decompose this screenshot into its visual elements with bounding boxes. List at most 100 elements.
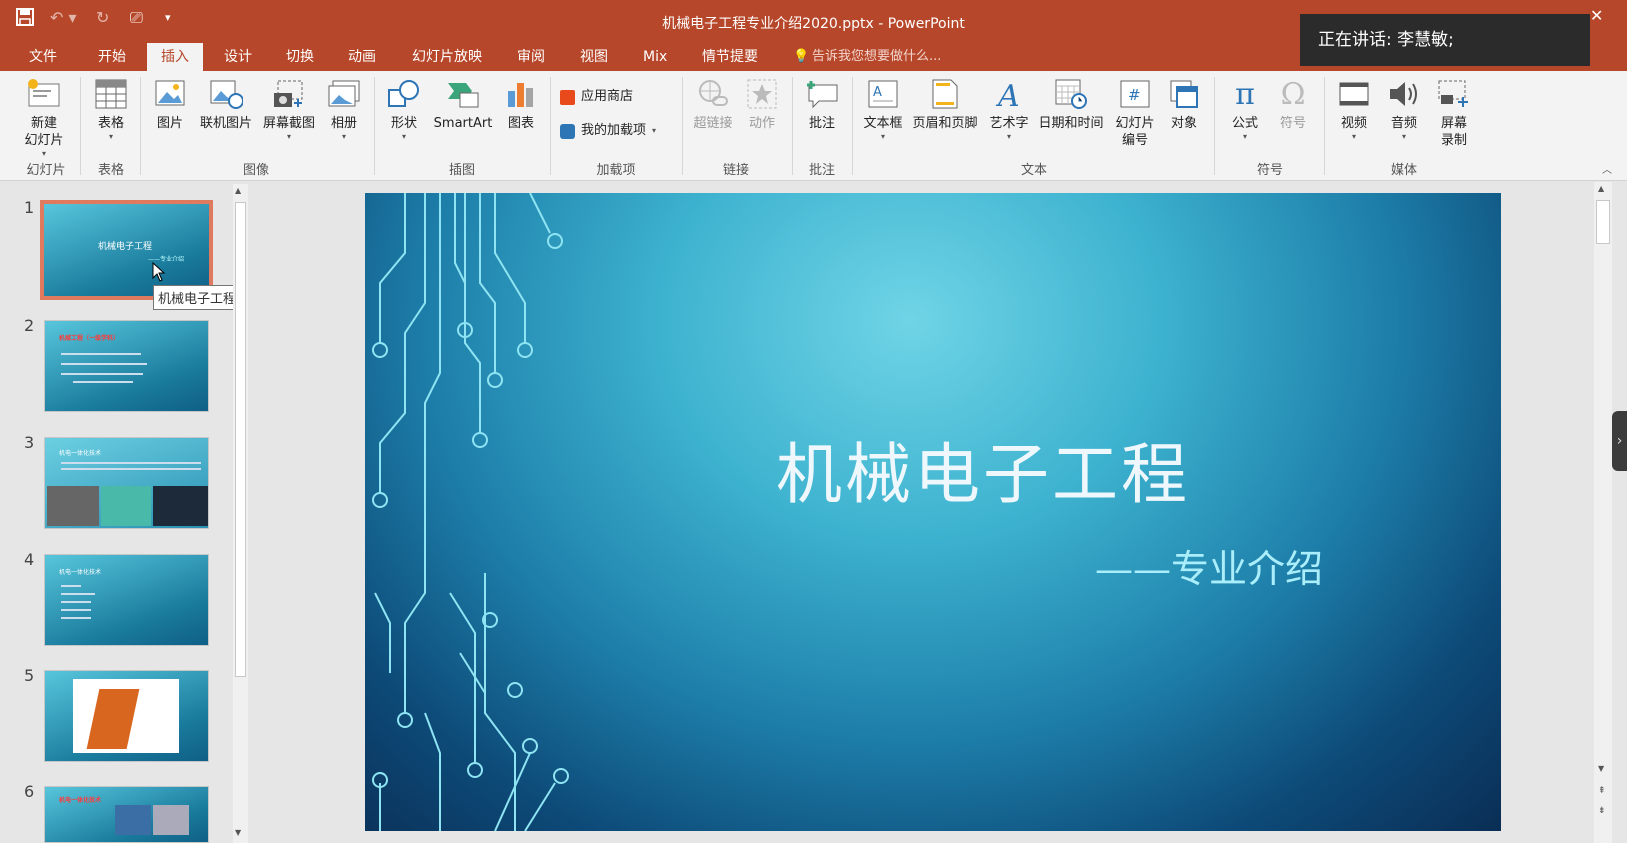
chart-button[interactable]: 图表 bbox=[502, 77, 540, 132]
textbox-label: 文本框 bbox=[863, 116, 903, 131]
tell-me-input[interactable]: 告诉我您想要做什么... bbox=[812, 43, 941, 71]
collapse-ribbon-icon[interactable]: ︿ bbox=[1602, 161, 1612, 176]
tab-file[interactable]: 文件 bbox=[15, 43, 71, 71]
slide-thumbnail-5[interactable] bbox=[44, 670, 209, 762]
chart-label: 图表 bbox=[507, 116, 534, 131]
slide-scroll-thumb[interactable] bbox=[1596, 200, 1610, 244]
pi-icon: π bbox=[1235, 76, 1255, 112]
album-button[interactable]: 相册 ▾ bbox=[324, 77, 364, 142]
video-label: 视频 bbox=[1340, 116, 1367, 131]
chart-icon bbox=[504, 77, 538, 111]
shapes-label: 形状 bbox=[390, 116, 417, 131]
tab-insert[interactable]: 插入 bbox=[147, 43, 203, 71]
album-label: 相册 bbox=[330, 116, 357, 131]
picture-label: 图片 bbox=[156, 116, 183, 131]
equation-button[interactable]: π 公式 ▾ bbox=[1222, 77, 1268, 142]
previous-slide-icon[interactable]: ⇞ bbox=[1598, 786, 1606, 796]
scroll-up-icon[interactable]: ▲ bbox=[1598, 184, 1604, 193]
slide-subtitle[interactable]: ——专业介绍 bbox=[1095, 538, 1323, 593]
object-label: 对象 bbox=[1170, 116, 1197, 131]
speaking-notice: 正在讲话: 李慧敏; bbox=[1300, 14, 1590, 66]
ribbon: 新建 幻灯片 ▾ 表格 ▾ 图片 联机图片 屏幕截图 ▾ 相册 ▾ 形状 ▾ SmartA… bbox=[0, 71, 1627, 181]
slide-thumbnail-2[interactable]: 机械工程（一级学科） bbox=[44, 320, 209, 412]
action-button[interactable]: 动作 bbox=[742, 77, 782, 132]
slide[interactable]: 机械电子工程 ——专业介绍 bbox=[365, 193, 1501, 831]
my-addins-label: 我的加载项 bbox=[581, 123, 647, 138]
audio-button[interactable]: 音频 ▾ bbox=[1382, 77, 1426, 142]
thumb-image bbox=[115, 805, 151, 835]
slide-scrollbar[interactable]: ▲ ▼ ⇞ ⇟ bbox=[1594, 182, 1612, 843]
thumb-image bbox=[101, 486, 151, 526]
addins-icon bbox=[560, 123, 575, 139]
header-footer-button[interactable]: 页眉和页脚 bbox=[908, 77, 982, 132]
tab-storyboard[interactable]: 情节提要 bbox=[688, 43, 772, 71]
smartart-icon bbox=[446, 77, 480, 111]
comment-icon bbox=[805, 77, 839, 111]
group-media: 媒体 bbox=[1390, 163, 1417, 178]
tab-design[interactable]: 设计 bbox=[210, 43, 266, 71]
next-slide-icon[interactable]: ⇟ bbox=[1598, 806, 1606, 816]
scroll-up-icon[interactable]: ▲ bbox=[235, 186, 241, 195]
tab-home[interactable]: 开始 bbox=[84, 43, 140, 71]
thumb-robot-image bbox=[73, 679, 179, 753]
video-button[interactable]: 视频 ▾ bbox=[1332, 77, 1376, 142]
my-addins-button[interactable]: 我的加载项 ▾ bbox=[560, 119, 656, 143]
table-button[interactable]: 表格 ▾ bbox=[88, 77, 134, 142]
shapes-button[interactable]: 形状 ▾ bbox=[382, 77, 426, 142]
shapes-icon bbox=[387, 77, 421, 111]
thumbnail-scrollbar[interactable]: ▲ ▼ bbox=[233, 184, 248, 843]
thumbnail-scroll-thumb[interactable] bbox=[235, 202, 246, 677]
tab-review[interactable]: 审阅 bbox=[503, 43, 559, 71]
screenshot-button[interactable]: 屏幕截图 ▾ bbox=[258, 77, 320, 142]
side-panel-toggle[interactable]: › bbox=[1612, 411, 1627, 471]
slide-number-label: 幻灯片 编号 bbox=[1115, 116, 1155, 148]
thumb-number: 6 bbox=[24, 782, 35, 801]
comment-button[interactable]: 批注 bbox=[800, 77, 844, 132]
tab-mix[interactable]: Mix bbox=[629, 43, 681, 71]
wordart-label: 艺术字 bbox=[989, 116, 1029, 131]
slide-title[interactable]: 机械电子工程 bbox=[365, 421, 1501, 517]
screenshot-label: 屏幕截图 bbox=[262, 116, 315, 131]
group-comments: 批注 bbox=[808, 163, 835, 178]
scroll-down-icon[interactable]: ▼ bbox=[235, 828, 241, 837]
online-picture-button[interactable]: 联机图片 bbox=[196, 77, 256, 132]
smartart-button[interactable]: SmartArt bbox=[430, 77, 496, 132]
store-button[interactable]: 应用商店 bbox=[560, 85, 633, 109]
new-slide-button[interactable]: 新建 幻灯片 ▾ bbox=[14, 77, 74, 159]
close-icon[interactable]: ✕ bbox=[1590, 6, 1603, 25]
thumb-number: 4 bbox=[24, 550, 35, 569]
screen-record-button[interactable]: 屏幕 录制 bbox=[1432, 77, 1476, 149]
slide-thumbnail-4[interactable]: 机电一体化技术 bbox=[44, 554, 209, 646]
symbol-label: 符号 bbox=[1279, 116, 1306, 131]
tab-view[interactable]: 视图 bbox=[566, 43, 622, 71]
group-links: 链接 bbox=[722, 163, 749, 178]
group-symbols: 符号 bbox=[1256, 163, 1283, 178]
group-images: 图像 bbox=[242, 163, 269, 178]
tab-transitions[interactable]: 切换 bbox=[272, 43, 328, 71]
tab-slideshow[interactable]: 幻灯片放映 bbox=[398, 43, 496, 71]
datetime-button[interactable]: 日期和时间 bbox=[1034, 77, 1108, 132]
thumb-title: 机械工程（一级学科） bbox=[59, 335, 120, 342]
picture-button[interactable]: 图片 bbox=[148, 77, 192, 132]
textbox-icon: A bbox=[866, 77, 900, 111]
thumb-title: 机电一体化技术 bbox=[59, 569, 102, 576]
store-label: 应用商店 bbox=[581, 89, 634, 104]
scroll-down-icon[interactable]: ▼ bbox=[1598, 764, 1604, 773]
svg-text:A: A bbox=[873, 85, 882, 100]
speaker-icon bbox=[1387, 77, 1421, 111]
slide-number-icon: # bbox=[1118, 77, 1152, 111]
textbox-button[interactable]: A 文本框 ▾ bbox=[858, 77, 908, 142]
smartart-label: SmartArt bbox=[433, 116, 493, 131]
symbol-button[interactable]: Ω 符号 bbox=[1270, 77, 1316, 132]
svg-text:#: # bbox=[1128, 86, 1141, 104]
slide-thumbnail-6[interactable]: 机电一体化技术 bbox=[44, 786, 209, 843]
header-footer-icon bbox=[928, 77, 962, 111]
hyperlink-button[interactable]: 超链接 bbox=[688, 77, 738, 132]
tab-animations[interactable]: 动画 bbox=[334, 43, 390, 71]
slide-thumbnail-3[interactable]: 机电一体化技术 bbox=[44, 437, 209, 529]
slide-number-button[interactable]: # 幻灯片 编号 bbox=[1110, 77, 1160, 149]
object-button[interactable]: 对象 bbox=[1164, 77, 1204, 132]
tooltip: 机械电子工程 bbox=[153, 285, 242, 310]
wordart-button[interactable]: A 艺术字 ▾ bbox=[986, 77, 1032, 142]
action-star-icon bbox=[745, 77, 779, 111]
